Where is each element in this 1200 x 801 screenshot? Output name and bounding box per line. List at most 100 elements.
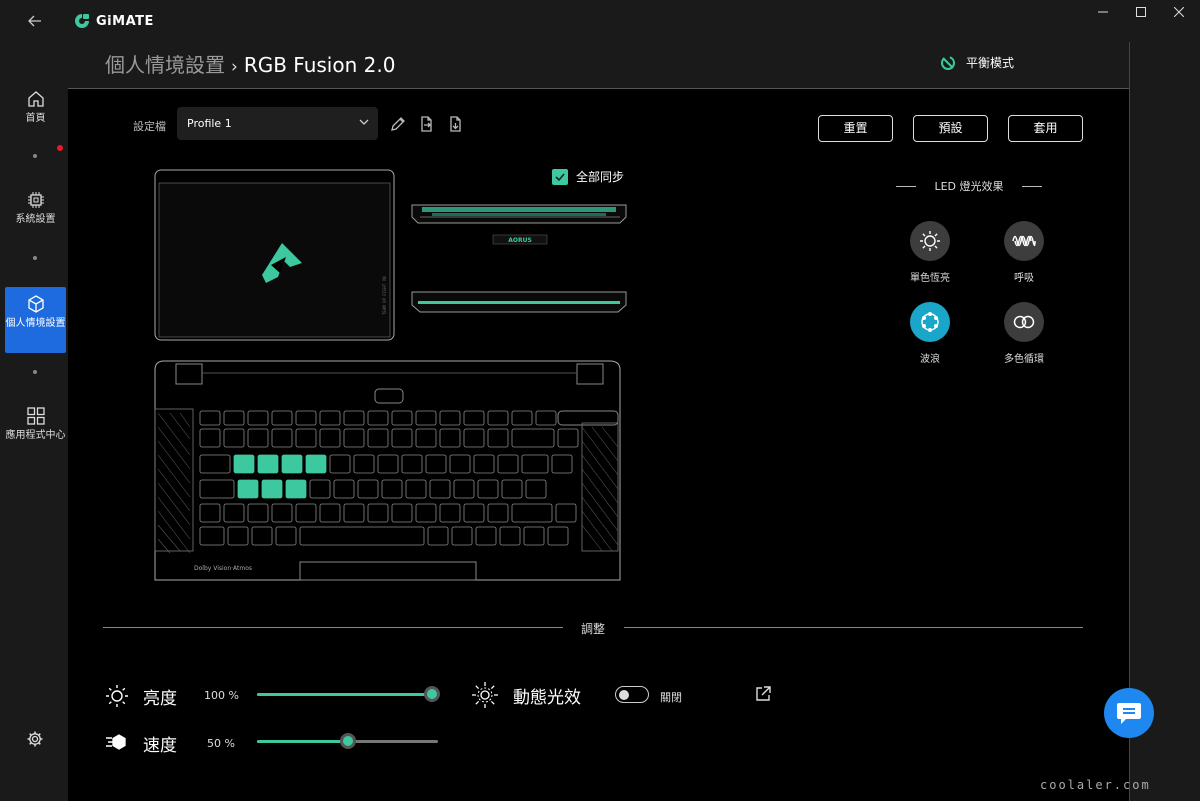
effect-static[interactable]: 單色恆亮 — [890, 221, 970, 284]
keyboard-key[interactable] — [367, 410, 389, 426]
keyboard-key[interactable] — [271, 503, 293, 523]
keyboard-key[interactable] — [557, 428, 579, 448]
keyboard-key[interactable] — [547, 526, 569, 546]
keyboard-key[interactable] — [305, 454, 327, 474]
keyboard-key[interactable] — [309, 479, 331, 499]
laptop-lid[interactable]: TEAM UP FIGHT ON — [154, 169, 395, 341]
keyboard-key[interactable] — [451, 526, 473, 546]
keyboard-key[interactable] — [391, 410, 413, 426]
gear-icon[interactable] — [26, 730, 44, 748]
keyboard-key[interactable] — [357, 479, 379, 499]
keyboard-key[interactable] — [415, 410, 437, 426]
keyboard-key[interactable] — [199, 479, 235, 499]
keyboard-key[interactable] — [275, 526, 297, 546]
laptop-rear[interactable]: AORUS — [411, 204, 627, 245]
keyboard-key[interactable] — [223, 428, 245, 448]
keyboard-key[interactable] — [285, 479, 307, 499]
keyboard-deck[interactable]: Dolby Vision·Atmos — [154, 360, 621, 581]
keyboard-key[interactable] — [497, 454, 519, 474]
keyboard-key[interactable] — [237, 479, 259, 499]
keyboard-key[interactable] — [415, 428, 437, 448]
keyboard-key[interactable] — [511, 428, 555, 448]
performance-mode[interactable]: 平衡模式 — [940, 54, 1014, 71]
keyboard-key[interactable] — [439, 410, 461, 426]
edit-pencil-icon[interactable] — [389, 115, 407, 133]
keyboard-key[interactable] — [319, 428, 341, 448]
keyboard-key[interactable] — [319, 410, 341, 426]
sidebar-item-home[interactable]: 首頁 — [5, 90, 66, 134]
keyboard-key[interactable] — [343, 503, 365, 523]
effect-wave-button[interactable] — [910, 302, 950, 342]
keyboard-key[interactable] — [367, 503, 389, 523]
keyboard-key[interactable] — [473, 454, 495, 474]
effect-cycle-button[interactable] — [1004, 302, 1044, 342]
keyboard-key[interactable] — [353, 454, 375, 474]
speed-slider[interactable] — [257, 733, 438, 749]
chat-button[interactable] — [1104, 688, 1154, 738]
apply-button[interactable]: 套用 — [1008, 115, 1083, 142]
keyboard-key[interactable] — [453, 479, 475, 499]
keyboard-key[interactable] — [223, 503, 245, 523]
keyboard-key[interactable] — [499, 526, 521, 546]
keyboard-key[interactable] — [247, 410, 269, 426]
keyboard-key[interactable] — [551, 454, 573, 474]
export-icon[interactable] — [417, 115, 435, 133]
keyboard-key[interactable] — [295, 410, 317, 426]
keyboard-key[interactable] — [199, 454, 231, 474]
keyboard-key[interactable] — [501, 479, 523, 499]
brightness-slider[interactable] — [257, 686, 440, 702]
keyboard-key[interactable] — [555, 503, 577, 523]
import-icon[interactable] — [446, 115, 464, 133]
preset-button[interactable]: 預設 — [913, 115, 988, 142]
keyboard-key[interactable] — [199, 503, 221, 523]
keyboard-key[interactable] — [425, 454, 447, 474]
effect-breathing[interactable]: 呼吸 — [984, 221, 1064, 284]
keyboard-key[interactable] — [477, 479, 499, 499]
keyboard-key[interactable] — [391, 428, 413, 448]
keyboard-key[interactable] — [521, 454, 549, 474]
external-link-icon[interactable] — [755, 686, 771, 702]
reset-button[interactable]: 重置 — [818, 115, 893, 142]
keyboard-key[interactable] — [511, 503, 553, 523]
keyboard-key[interactable] — [343, 428, 365, 448]
keyboard-key[interactable] — [463, 428, 485, 448]
keyboard-key[interactable] — [299, 526, 425, 546]
effect-static-button[interactable] — [910, 221, 950, 261]
profile-dropdown[interactable]: Profile 1 — [177, 107, 378, 140]
keyboard-key[interactable] — [223, 410, 245, 426]
sidebar-item-apps[interactable]: 應用程式中心 — [5, 407, 66, 463]
sidebar-item-personal[interactable]: 個人情境設置 — [5, 287, 66, 353]
dynamic-light-toggle[interactable] — [615, 686, 649, 703]
keyboard-key[interactable] — [463, 410, 485, 426]
keyboard-key[interactable] — [523, 526, 545, 546]
keyboard-key[interactable] — [295, 428, 317, 448]
keyboard-key[interactable] — [487, 428, 509, 448]
keyboard-key[interactable] — [429, 479, 451, 499]
keyboard-key[interactable] — [381, 479, 403, 499]
keyboard-key[interactable] — [415, 503, 437, 523]
keyboard-key[interactable] — [401, 454, 423, 474]
close-button[interactable] — [1156, 0, 1200, 28]
keyboard-key[interactable] — [487, 410, 509, 426]
keyboard-key[interactable] — [439, 503, 461, 523]
keyboard-key[interactable] — [343, 410, 365, 426]
keyboard-key[interactable] — [475, 526, 497, 546]
keyboard-key[interactable] — [377, 454, 399, 474]
keyboard-key[interactable] — [535, 410, 557, 426]
keyboard-key[interactable] — [251, 526, 273, 546]
keyboard-key[interactable] — [367, 428, 389, 448]
keyboard-key[interactable] — [525, 479, 547, 499]
effect-cycle[interactable]: 多色循環 — [984, 302, 1064, 365]
keyboard-key[interactable] — [261, 479, 283, 499]
effect-breathing-button[interactable] — [1004, 221, 1044, 261]
keyboard-key[interactable] — [463, 503, 485, 523]
keyboard-key[interactable] — [391, 503, 413, 523]
keyboard-key[interactable] — [295, 503, 317, 523]
keyboard-key[interactable] — [319, 503, 341, 523]
keyboard-key[interactable] — [271, 410, 293, 426]
keyboard-key[interactable] — [199, 410, 221, 426]
back-button[interactable] — [22, 10, 48, 32]
keyboard-key[interactable] — [329, 454, 351, 474]
breadcrumb-parent[interactable]: 個人情境設置 — [105, 53, 225, 77]
keyboard-key[interactable] — [487, 503, 509, 523]
